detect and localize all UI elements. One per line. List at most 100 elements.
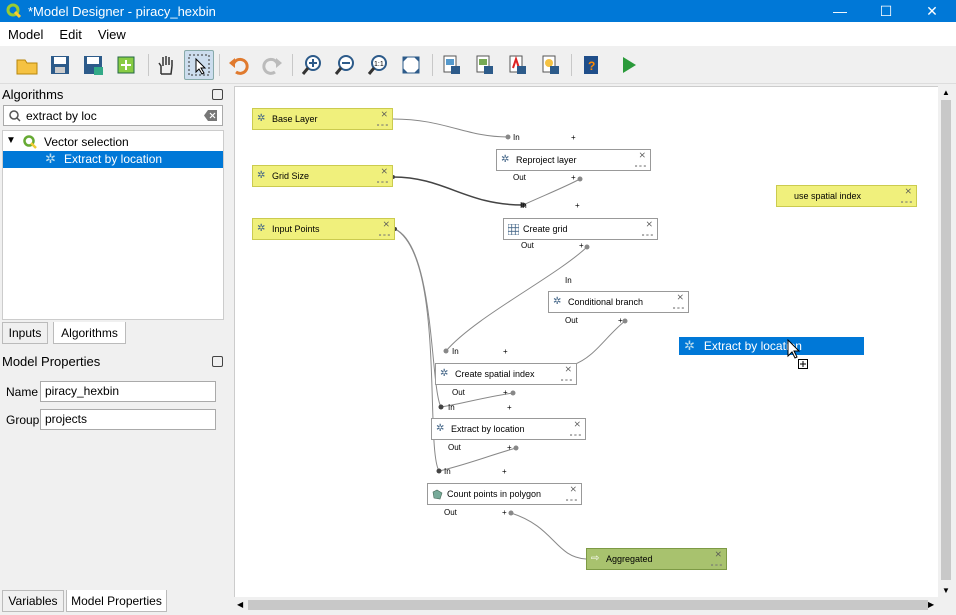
expand-outputs[interactable]: + — [507, 443, 512, 452]
more-icon[interactable]: ∘∘∘ — [710, 562, 723, 569]
node-label: Count points in polygon — [447, 489, 542, 499]
input-node-input-points[interactable]: ✲ Input Points ⨯ ∘∘∘ — [252, 218, 395, 240]
vertical-scrollbar[interactable]: ▲ ▼ — [938, 86, 954, 598]
horizontal-scrollbar[interactable]: ◀ ▶ — [234, 597, 938, 613]
folder-icon — [16, 59, 38, 75]
input-node-use-spatial-index[interactable]: use spatial index ⨯ ∘∘∘ — [776, 185, 917, 207]
remove-node-icon[interactable]: ⨯ — [573, 420, 581, 429]
collapse-arrow-icon[interactable]: ▼ — [6, 135, 16, 146]
more-icon[interactable]: ∘∘∘ — [641, 232, 654, 239]
algorithm-node-extract-by-location[interactable]: ✲ Extract by location ⨯ ∘∘∘ — [431, 418, 586, 440]
menu-view[interactable]: View — [90, 27, 134, 42]
tree-item-label: Extract by location — [64, 152, 163, 166]
remove-node-icon[interactable]: ⨯ — [564, 365, 572, 374]
redo-button[interactable] — [257, 50, 287, 80]
algorithm-node-count-points-in-polygon[interactable]: Count points in polygon ⨯ ∘∘∘ — [427, 483, 582, 505]
algorithm-node-create-grid[interactable]: Create grid ⨯ ∘∘∘ — [503, 218, 658, 240]
close-button[interactable]: ✕ — [909, 0, 955, 22]
expand-outputs[interactable]: + — [502, 508, 507, 517]
save-model-button[interactable] — [45, 50, 75, 80]
more-icon[interactable]: ∘∘∘ — [634, 163, 647, 170]
remove-node-icon[interactable]: ⨯ — [638, 151, 646, 160]
pan-button[interactable] — [151, 50, 181, 80]
more-icon[interactable]: ∘∘∘ — [378, 232, 391, 239]
expand-inputs[interactable]: + — [503, 347, 508, 356]
scroll-left-icon[interactable]: ◀ — [237, 600, 243, 609]
run-model-button[interactable] — [614, 50, 644, 80]
remove-node-icon[interactable]: ⨯ — [380, 110, 388, 119]
remove-node-icon[interactable]: ⨯ — [714, 550, 722, 559]
expand-inputs[interactable]: + — [507, 403, 512, 412]
more-icon[interactable]: ∘∘∘ — [376, 179, 389, 186]
minimize-button[interactable]: — — [817, 0, 863, 22]
undo-button[interactable] — [224, 50, 254, 80]
expand-inputs[interactable]: + — [502, 467, 507, 476]
expand-outputs[interactable]: + — [571, 173, 576, 182]
zoom-in-button[interactable] — [297, 50, 327, 80]
edit-help-button[interactable]: ? — [576, 50, 606, 80]
menu-edit[interactable]: Edit — [51, 27, 89, 42]
menu-model[interactable]: Model — [0, 27, 51, 42]
tab-algorithms[interactable]: Algorithms — [53, 322, 126, 344]
vertical-scroll-thumb[interactable] — [941, 100, 951, 580]
maximize-button[interactable]: ☐ — [863, 0, 909, 22]
algorithm-node-reproject-layer[interactable]: ✲ Reproject layer ⨯ ∘∘∘ — [496, 149, 651, 171]
expand-outputs[interactable]: + — [579, 241, 584, 250]
title-bar: *Model Designer - piracy_hexbin — ☐ ✕ — [0, 0, 956, 22]
open-model-button[interactable] — [12, 50, 42, 80]
more-icon[interactable]: ∘∘∘ — [900, 199, 913, 206]
tree-item-extract-by-location[interactable]: ✲ Extract by location — [3, 151, 223, 168]
expand-outputs[interactable]: + — [618, 316, 623, 325]
save-as-button[interactable] — [78, 50, 108, 80]
scroll-down-icon[interactable]: ▼ — [942, 586, 950, 595]
clear-search-icon[interactable] — [204, 110, 217, 121]
expand-inputs[interactable]: + — [575, 201, 580, 210]
remove-node-icon[interactable]: ⨯ — [380, 167, 388, 176]
scroll-up-icon[interactable]: ▲ — [942, 88, 950, 97]
zoom-full-button[interactable] — [396, 50, 426, 80]
model-name-field[interactable]: piracy_hexbin — [40, 381, 216, 402]
export-python-button[interactable] — [535, 50, 565, 80]
zoom-out-button[interactable] — [330, 50, 360, 80]
input-node-base-layer[interactable]: ✲ Base Layer ⨯ ∘∘∘ — [252, 108, 393, 130]
more-icon[interactable]: ∘∘∘ — [569, 432, 582, 439]
tab-model-properties[interactable]: Model Properties — [66, 590, 167, 612]
expand-inputs[interactable]: + — [571, 133, 576, 142]
port-out: Out — [452, 388, 465, 397]
zoom-full-icon — [402, 56, 420, 74]
select-button[interactable] — [184, 50, 214, 80]
save-in-project-button[interactable] — [111, 50, 141, 80]
export-svg-button[interactable] — [469, 50, 499, 80]
output-node-aggregated[interactable]: ⇨ Aggregated ⨯ ∘∘∘ — [586, 548, 727, 570]
export-image-button[interactable] — [436, 50, 466, 80]
mouse-cursor-icon — [787, 339, 801, 359]
svg-text:1:1: 1:1 — [374, 61, 384, 68]
zoom-out-icon — [334, 55, 354, 75]
remove-node-icon[interactable]: ⨯ — [569, 485, 577, 494]
tab-variables[interactable]: Variables — [2, 590, 64, 612]
model-group-field[interactable]: projects — [40, 409, 216, 430]
more-icon[interactable]: ∘∘∘ — [560, 377, 573, 384]
tab-inputs[interactable]: Inputs — [2, 322, 48, 344]
undock-properties-icon[interactable] — [212, 356, 223, 367]
horizontal-scroll-thumb[interactable] — [248, 600, 928, 610]
algorithm-node-create-spatial-index[interactable]: ✲ Create spatial index ⨯ ∘∘∘ — [435, 363, 577, 385]
zoom-actual-button[interactable]: 1:1 — [363, 50, 393, 80]
input-node-grid-size[interactable]: ✲ Grid Size ⨯ ∘∘∘ — [252, 165, 393, 187]
algorithm-search-input[interactable]: extract by loc — [3, 105, 223, 126]
gear-icon: ✲ — [501, 153, 510, 165]
tree-group-vector-selection[interactable]: ▼ Vector selection — [3, 134, 223, 151]
help-book-icon: ? — [584, 56, 598, 74]
remove-node-icon[interactable]: ⨯ — [904, 187, 912, 196]
more-icon[interactable]: ∘∘∘ — [672, 305, 685, 312]
remove-node-icon[interactable]: ⨯ — [676, 293, 684, 302]
undock-icon[interactable] — [212, 89, 223, 100]
algorithm-node-conditional-branch[interactable]: ✲ Conditional branch ⨯ ∘∘∘ — [548, 291, 689, 313]
more-icon[interactable]: ∘∘∘ — [565, 497, 578, 504]
scroll-right-icon[interactable]: ▶ — [928, 600, 934, 609]
expand-outputs[interactable]: + — [503, 388, 508, 397]
export-pdf-button[interactable] — [502, 50, 532, 80]
more-icon[interactable]: ∘∘∘ — [376, 122, 389, 129]
remove-node-icon[interactable]: ⨯ — [382, 220, 390, 229]
remove-node-icon[interactable]: ⨯ — [645, 220, 653, 229]
